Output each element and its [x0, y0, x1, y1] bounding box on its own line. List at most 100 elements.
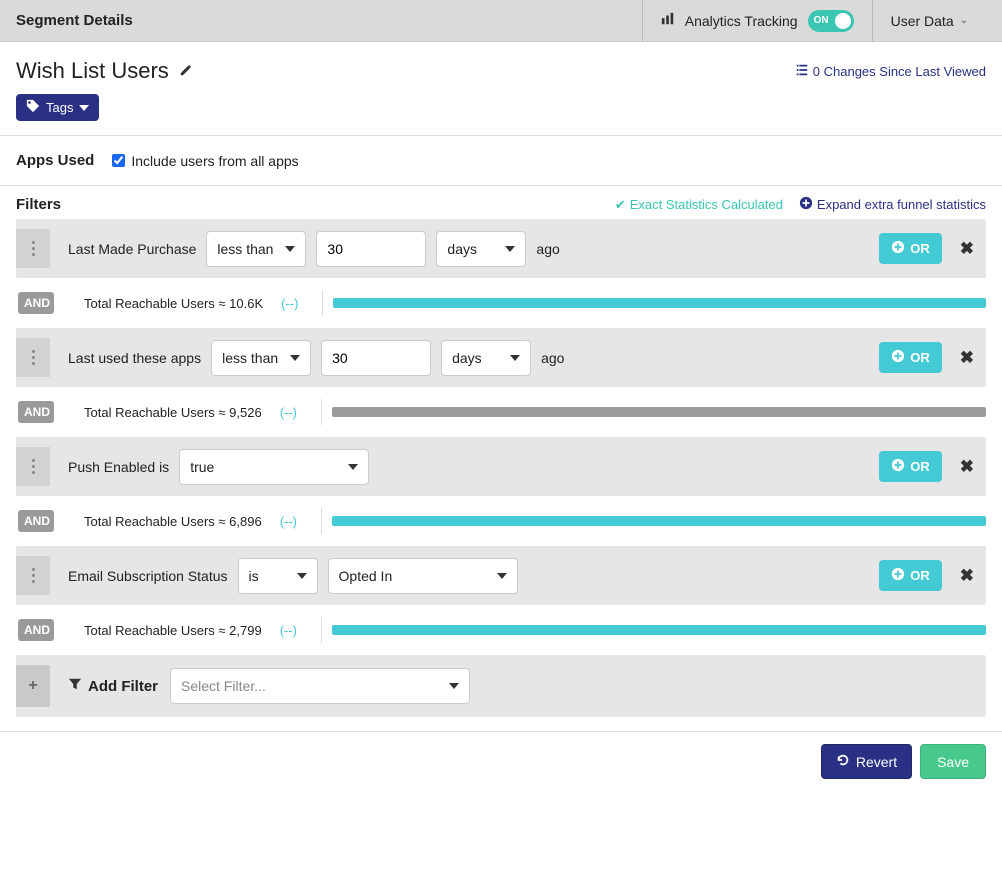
plus-icon[interactable]: +	[16, 665, 50, 707]
expand-stats-text: Expand extra funnel statistics	[817, 197, 986, 212]
and-chip: AND	[18, 619, 54, 641]
plus-circle-icon	[891, 567, 905, 584]
stats-row: AND Total Reachable Users ≈ 6,896 (--)	[16, 498, 986, 544]
remove-icon[interactable]: ✖	[960, 457, 974, 477]
remove-icon[interactable]: ✖	[960, 566, 974, 586]
tag-icon	[26, 99, 40, 116]
add-filter-label: Add Filter	[68, 677, 158, 695]
and-chip: AND	[18, 510, 54, 532]
or-button[interactable]: OR	[879, 560, 942, 591]
value-text: true	[190, 459, 214, 475]
filter-icon	[68, 677, 82, 695]
apps-used-label: Apps Used	[16, 152, 94, 169]
operator-select[interactable]: less than	[206, 231, 306, 267]
stats-row: AND Total Reachable Users ≈ 9,526 (--)	[16, 389, 986, 435]
or-button[interactable]: OR	[879, 342, 942, 373]
select-filter-placeholder: Select Filter...	[181, 678, 266, 694]
caret-down-icon	[505, 246, 515, 252]
value-input[interactable]	[316, 231, 426, 267]
revert-button[interactable]: Revert	[821, 744, 912, 779]
and-chip: AND	[18, 292, 54, 314]
stats-calculated-text: Exact Statistics Calculated	[630, 197, 783, 212]
save-button[interactable]: Save	[920, 744, 986, 779]
suffix-label: ago	[541, 350, 564, 366]
select-filter-dropdown[interactable]: Select Filter...	[170, 668, 470, 704]
plus-circle-icon	[891, 349, 905, 366]
filter-row: Email Subscription Status is Opted In OR…	[16, 546, 986, 605]
changes-text: 0 Changes Since Last Viewed	[813, 64, 986, 79]
drag-handle[interactable]	[16, 229, 50, 268]
toggle-knob	[835, 13, 851, 29]
edit-icon[interactable]	[179, 63, 193, 80]
user-data-label: User Data	[891, 13, 954, 29]
reach-bar	[332, 625, 986, 635]
operator-select[interactable]: less than	[211, 340, 311, 376]
remove-icon[interactable]: ✖	[960, 348, 974, 368]
stats-row: AND Total Reachable Users ≈ 10.6K (--)	[16, 280, 986, 326]
segment-name: Wish List Users	[16, 58, 169, 84]
drag-handle[interactable]	[16, 447, 50, 486]
caret-down-icon	[297, 573, 307, 579]
toggle-state-label: ON	[808, 15, 829, 26]
add-filter-row: + Add Filter Select Filter...	[16, 655, 986, 717]
reach-text: Total Reachable Users ≈ 2,799	[84, 623, 262, 638]
operator-value: less than	[222, 350, 278, 366]
drag-handle[interactable]	[16, 556, 50, 595]
operator-value: is	[249, 568, 259, 584]
include-all-apps-input[interactable]	[112, 154, 125, 167]
filter-row: Push Enabled is true OR ✖	[16, 437, 986, 496]
value-select[interactable]: true	[179, 449, 369, 485]
and-chip: AND	[18, 401, 54, 423]
revert-label: Revert	[856, 754, 897, 770]
unit-value: days	[447, 241, 477, 257]
remove-icon[interactable]: ✖	[960, 239, 974, 259]
page-title: Segment Details	[16, 12, 642, 29]
stats-calculated-badge: ✔ Exact Statistics Calculated	[615, 197, 783, 213]
value-text: Opted In	[339, 568, 393, 584]
filter-label: Last used these apps	[68, 350, 201, 366]
expand-stats-link[interactable]: Expand extra funnel statistics	[799, 196, 986, 213]
or-button[interactable]: OR	[879, 233, 942, 264]
caret-down-icon	[348, 464, 358, 470]
plus-circle-icon	[891, 240, 905, 257]
caret-down-icon	[497, 573, 507, 579]
plus-circle-icon	[891, 458, 905, 475]
reach-text: Total Reachable Users ≈ 10.6K	[84, 296, 263, 311]
undo-icon	[836, 753, 850, 770]
tags-button[interactable]: Tags	[16, 94, 99, 121]
reach-text: Total Reachable Users ≈ 6,896	[84, 514, 262, 529]
bar-chart-icon	[661, 12, 675, 29]
analytics-label: Analytics Tracking	[685, 13, 798, 29]
suffix-label: ago	[536, 241, 559, 257]
or-label: OR	[910, 459, 930, 474]
reach-bar	[333, 298, 986, 308]
drag-handle[interactable]	[16, 338, 50, 377]
include-all-apps-checkbox[interactable]: Include users from all apps	[112, 153, 298, 169]
caret-down-icon	[79, 105, 89, 111]
reach-link[interactable]: (--)	[280, 514, 297, 529]
changes-link[interactable]: 0 Changes Since Last Viewed	[795, 63, 986, 80]
filter-label: Last Made Purchase	[68, 241, 196, 257]
or-label: OR	[910, 568, 930, 583]
or-button[interactable]: OR	[879, 451, 942, 482]
operator-value: less than	[217, 241, 273, 257]
operator-select[interactable]: is	[238, 558, 318, 594]
user-data-dropdown[interactable]: User Data ⌄	[872, 0, 986, 42]
include-all-apps-text: Include users from all apps	[131, 153, 298, 169]
check-icon: ✔	[615, 197, 626, 213]
value-input[interactable]	[321, 340, 431, 376]
caret-down-icon	[510, 355, 520, 361]
stats-row: AND Total Reachable Users ≈ 2,799 (--)	[16, 607, 986, 653]
unit-select[interactable]: days	[441, 340, 531, 376]
reach-bar	[332, 407, 986, 417]
chevron-down-icon: ⌄	[960, 15, 968, 26]
reach-link[interactable]: (--)	[280, 623, 297, 638]
reach-text: Total Reachable Users ≈ 9,526	[84, 405, 262, 420]
value-select[interactable]: Opted In	[328, 558, 518, 594]
reach-link[interactable]: (--)	[280, 405, 297, 420]
reach-link[interactable]: (--)	[281, 296, 298, 311]
filters-label: Filters	[16, 196, 61, 213]
unit-select[interactable]: days	[436, 231, 526, 267]
analytics-toggle[interactable]: ON	[808, 10, 854, 32]
caret-down-icon	[290, 355, 300, 361]
